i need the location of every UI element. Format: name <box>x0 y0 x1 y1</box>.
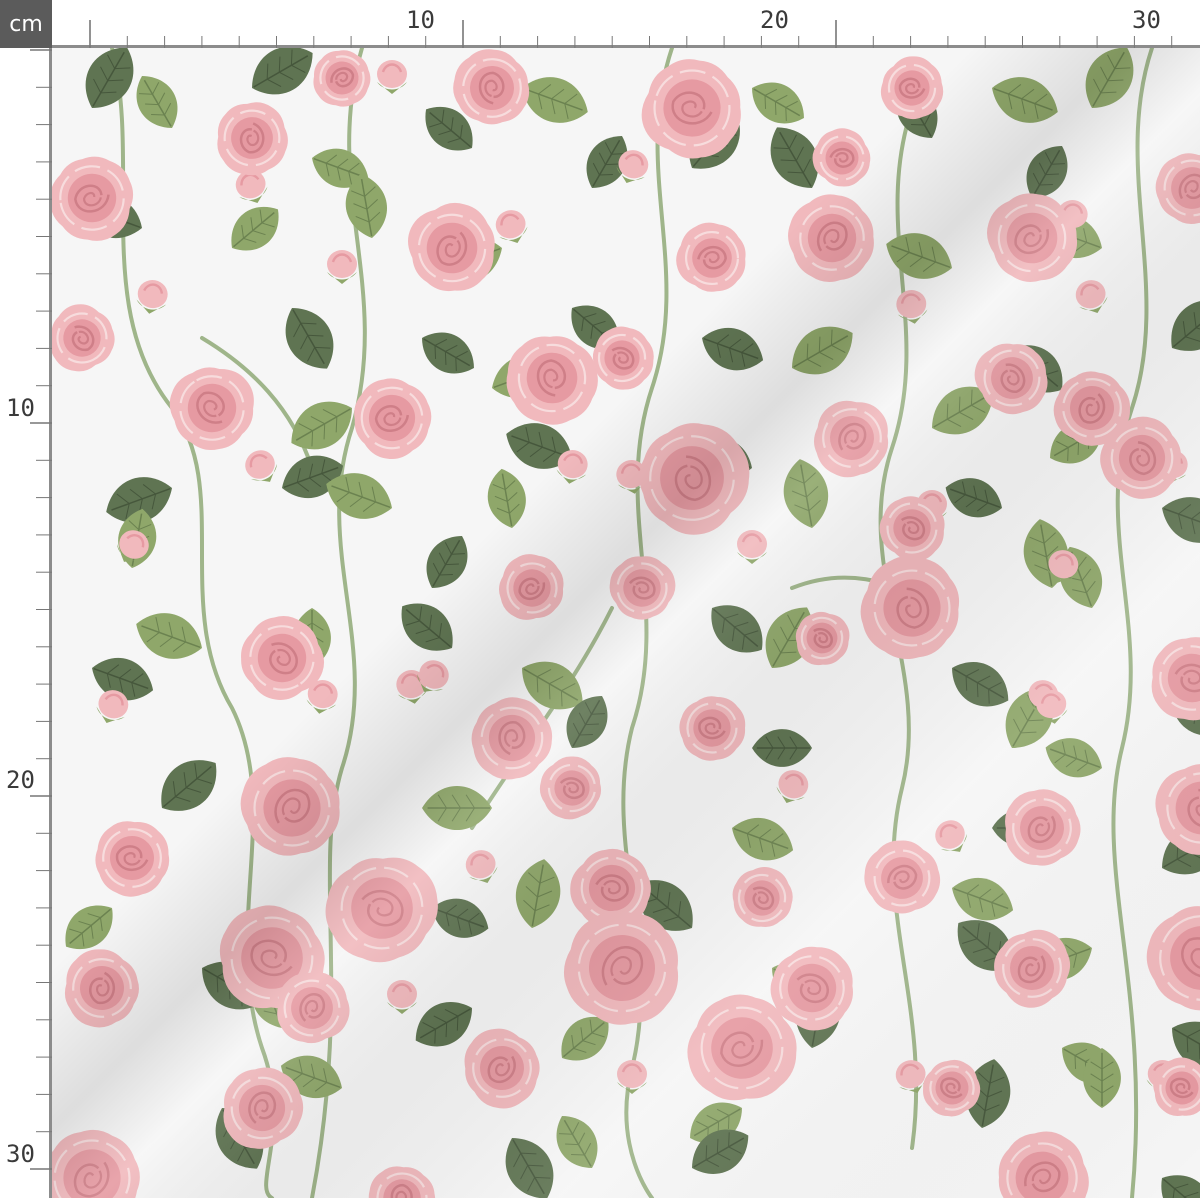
rose-pattern <box>52 48 1200 1198</box>
ruler-left-label-10: 10 <box>6 394 35 422</box>
ruler-left-ticks <box>30 49 52 1170</box>
ruler-left-label-20: 20 <box>6 766 35 794</box>
ruler-top-svg: 10 20 30 <box>89 6 1173 48</box>
ruler-top-label-30: 30 <box>1132 6 1161 34</box>
ruler-left-label-30: 30 <box>6 1140 35 1168</box>
ruler-top-ticks <box>89 20 1173 48</box>
ruler-top-label-10: 10 <box>406 6 435 34</box>
ruler-top: 10 20 30 <box>52 0 1200 48</box>
ruler-left-svg: 10 20 30 <box>6 49 52 1170</box>
fabric-fold-shading <box>52 48 1200 1198</box>
unit-label: cm <box>9 11 43 37</box>
fabric-swatch <box>52 48 1200 1198</box>
unit-badge: cm <box>0 0 52 48</box>
ruler-left: 10 20 30 <box>0 48 52 1198</box>
ruler-top-label-20: 20 <box>760 6 789 34</box>
